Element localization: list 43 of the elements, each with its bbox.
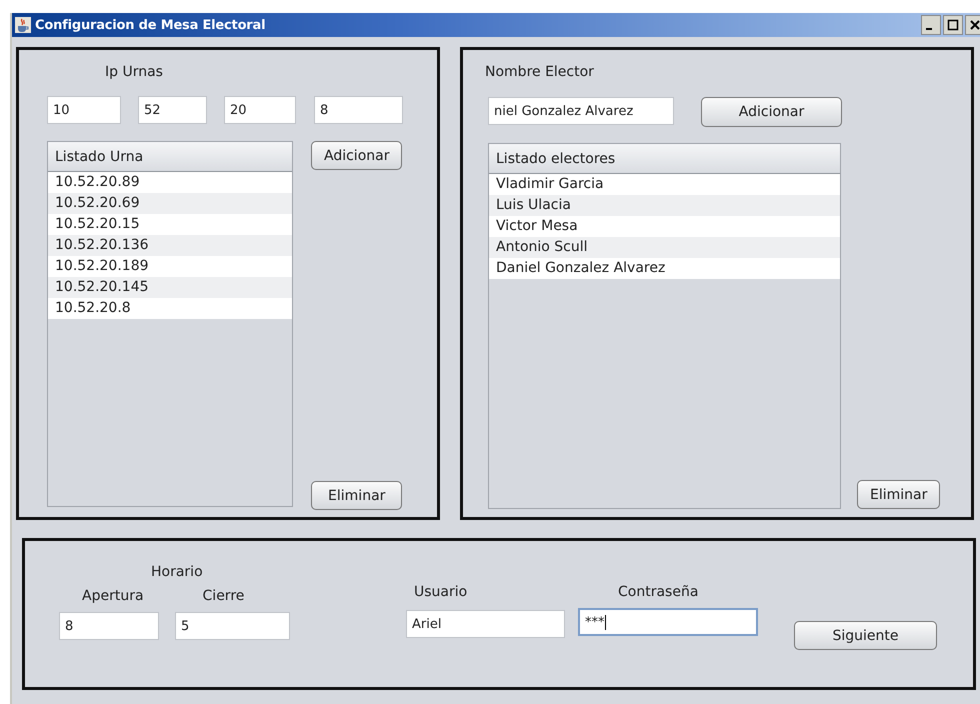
minimize-icon [926, 28, 932, 30]
field-label: Cierre [202, 588, 244, 604]
close-button[interactable] [965, 15, 980, 35]
input-field[interactable]: *** [578, 608, 758, 636]
input-field[interactable]: 5 [175, 612, 290, 640]
close-icon [969, 19, 980, 31]
list-item[interactable]: 10.52.20.145 [48, 277, 292, 298]
section-label: Ip Urnas [105, 64, 163, 80]
input-field[interactable]: 52 [138, 96, 207, 124]
add-button[interactable]: Adicionar [311, 141, 402, 170]
list-item[interactable]: 10.52.20.189 [48, 256, 292, 277]
list-item[interactable]: Daniel Gonzalez Alvarez [489, 258, 840, 279]
field-label: Horario [151, 564, 204, 580]
list-item[interactable]: 10.52.20.69 [48, 193, 292, 214]
delete-button[interactable]: Eliminar [857, 480, 940, 509]
input-field[interactable]: 8 [59, 612, 159, 640]
input-field[interactable]: 10 [47, 96, 121, 124]
list-item[interactable]: 10.52.20.89 [48, 172, 292, 193]
field-label: Apertura [82, 588, 144, 604]
field-label: Usuario [414, 584, 468, 600]
minimize-button[interactable] [921, 15, 941, 35]
section-label: Nombre Elector [485, 64, 594, 80]
column-header[interactable]: Listado electores [489, 144, 840, 174]
list-item[interactable]: Antonio Scull [489, 237, 840, 258]
maximize-icon [947, 19, 959, 31]
input-field[interactable]: 8 [314, 96, 403, 124]
list-item[interactable]: Vladimir Garcia [489, 174, 840, 195]
list-item[interactable]: Luis Ulacia [489, 195, 840, 216]
input-field[interactable]: Ariel [406, 610, 565, 638]
add-button[interactable]: Adicionar [701, 97, 842, 127]
maximize-button[interactable] [943, 15, 963, 35]
list-item[interactable]: Victor Mesa [489, 216, 840, 237]
list-item[interactable]: 10.52.20.8 [48, 298, 292, 319]
field-label: Contraseña [618, 584, 700, 600]
coffee-cup-icon [15, 17, 31, 33]
input-field[interactable]: niel Gonzalez Alvarez [488, 97, 674, 125]
next-button[interactable]: Siguiente [794, 621, 937, 650]
column-header[interactable]: Listado Urna [48, 142, 292, 172]
list-item[interactable]: 10.52.20.136 [48, 235, 292, 256]
window-title: Configuracion de Mesa Electoral [35, 18, 266, 32]
list-item[interactable]: 10.52.20.15 [48, 214, 292, 235]
delete-button[interactable]: Eliminar [311, 481, 402, 510]
input-field[interactable]: 20 [224, 96, 296, 124]
